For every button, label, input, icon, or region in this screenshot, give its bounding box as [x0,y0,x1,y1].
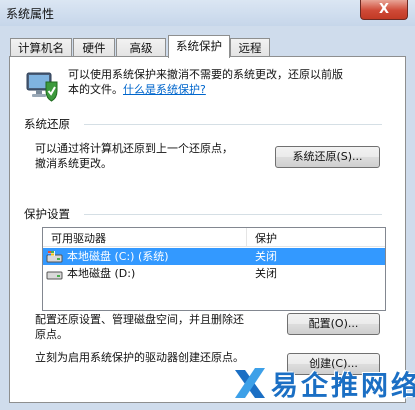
drive-name: 本地磁盘 (C:) (系统) [67,250,169,263]
tab-computer-name[interactable]: 计算机名 [10,38,72,57]
computer-shield-icon [26,72,58,102]
protection-settings-heading: 保护设置 [24,207,70,221]
drive-row-c[interactable]: 本地磁盘 (C:) (系统) 关闭 [43,248,385,265]
configure-button[interactable]: 配置(O)... [287,313,380,335]
column-available-drives[interactable]: 可用驱动器 [51,230,106,246]
hard-drive-icon [46,271,63,280]
close-button[interactable]: X [360,0,408,20]
drive-name: 本地磁盘 (D:) [67,267,136,280]
restore-text-line-1: 可以通过将计算机还原到上一个还原点， [35,142,233,155]
system-restore-heading: 系统还原 [24,117,70,131]
intro-line-2: 本的文件。什么是系统保护? [68,82,398,97]
intro-line-2-prefix: 本的文件。 [68,83,123,96]
drive-protection-status: 关闭 [255,267,277,280]
watermark-text: 易企推网络 [271,371,415,402]
protection-settings-divider [84,214,382,215]
configure-text-line-2: 原点。 [35,328,68,341]
column-protection[interactable]: 保护 [255,230,277,246]
drive-protection-status: 关闭 [255,250,277,263]
system-restore-button[interactable]: 系统还原(S)... [275,146,380,168]
watermark: 易企推网络 [231,360,415,406]
drive-list[interactable]: 可用驱动器 保护 本地磁盘 (C:) (系统) 关闭 本地磁盘 (D:) 关闭 [42,227,386,311]
configure-text-line-1: 配置还原设置、管理磁盘空间，并且删除还 [35,313,244,326]
system-restore-description: 可以通过将计算机还原到上一个还原点， 撤消系统更改。 [35,141,275,171]
what-is-system-protection-link[interactable]: 什么是系统保护? [123,83,206,96]
window-title: 系统属性 [6,7,55,21]
intro-line-1: 可以使用系统保护来撤消不需要的系统更改，还原以前版 [68,68,343,81]
drive-row-d[interactable]: 本地磁盘 (D:) 关闭 [43,265,385,282]
tab-system-protection[interactable]: 系统保护 [168,35,230,58]
drive-list-header: 可用驱动器 保护 [43,228,385,247]
system-drive-icon [46,251,63,263]
tab-hardware[interactable]: 硬件 [73,38,115,57]
system-protection-panel: 可以使用系统保护来撤消不需要的系统更改，还原以前版 本的文件。什么是系统保护? … [9,56,406,403]
title-bar[interactable]: 系统属性 X [0,0,415,26]
intro-text: 可以使用系统保护来撤消不需要的系统更改，还原以前版 本的文件。什么是系统保护? [68,67,398,97]
tab-advanced[interactable]: 高级 [116,38,166,57]
column-separator [246,228,247,246]
tab-remote[interactable]: 远程 [230,38,270,57]
restore-text-line-2: 撤消系统更改。 [35,157,112,170]
configure-description: 配置还原设置、管理磁盘空间，并且删除还 原点。 [35,312,280,342]
watermark-logo-icon [235,368,265,398]
system-restore-divider [84,124,382,125]
